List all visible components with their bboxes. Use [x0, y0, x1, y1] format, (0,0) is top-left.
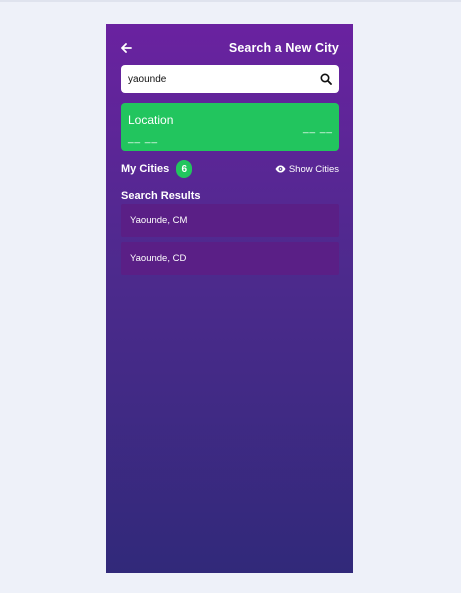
cities-count-badge: 6 — [176, 160, 193, 178]
page-title: Search a New City — [228, 41, 339, 55]
search-button[interactable] — [319, 72, 333, 86]
show-cities-button[interactable]: Show Cities — [275, 164, 339, 175]
search-results-heading: Search Results — [121, 190, 201, 202]
search-results-list: Yaounde, CM Yaounde, CD — [121, 204, 339, 280]
search-result-item[interactable]: Yaounde, CM — [121, 204, 339, 237]
arrow-left-icon — [121, 43, 132, 53]
app-screen: Search a New City Location __ __ __ __ M… — [106, 24, 353, 573]
window-top-border — [0, 0, 461, 2]
search-icon — [320, 73, 332, 85]
location-placeholder-left: __ __ — [128, 133, 159, 144]
header: Search a New City — [120, 39, 339, 57]
location-placeholder-right: __ __ — [302, 123, 333, 134]
my-cities-label: My Cities — [121, 163, 170, 175]
my-cities-row: My Cities 6 Show Cities — [121, 159, 339, 179]
location-title: Location — [128, 113, 174, 127]
search-input[interactable] — [128, 73, 319, 85]
eye-icon — [275, 165, 286, 173]
search-bar — [121, 65, 339, 93]
search-result-item[interactable]: Yaounde, CD — [121, 242, 339, 275]
back-button[interactable] — [120, 41, 134, 55]
my-cities-group: My Cities 6 — [121, 160, 193, 178]
location-card[interactable]: Location __ __ __ __ — [121, 103, 339, 151]
show-cities-label: Show Cities — [288, 163, 339, 175]
